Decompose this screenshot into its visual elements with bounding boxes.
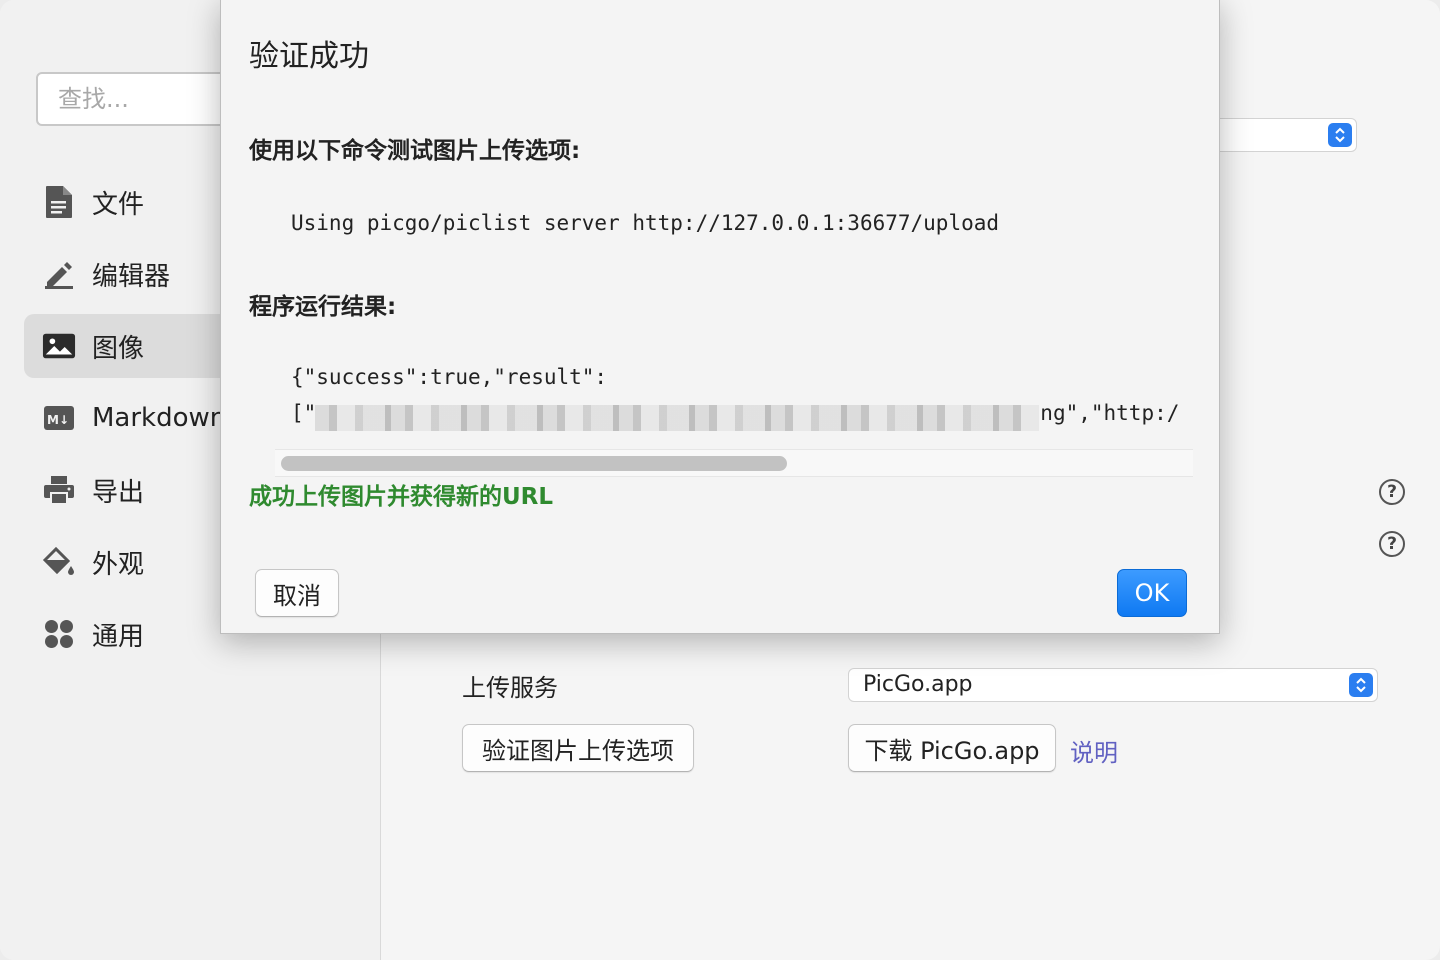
preferences-window: 文件 编辑器 图像 M↓ Markdown 导出 [0,0,1440,960]
printer-icon [42,473,76,507]
upload-service-label: 上传服务 [462,674,558,702]
sidebar-item-label: Markdown [92,403,227,433]
help-icon[interactable]: ? [1379,479,1405,505]
success-message: 成功上传图片并获得新的URL [249,484,554,510]
help-icon[interactable]: ? [1379,531,1405,557]
markdown-icon: M↓ [42,401,76,435]
sidebar-item-label: 外观 [92,549,145,580]
select-arrows-icon [1349,673,1373,697]
cancel-button[interactable]: 取消 [255,569,339,617]
image-icon [42,329,76,363]
svg-text:M↓: M↓ [47,413,69,427]
select-arrows-icon [1328,123,1352,147]
ok-button[interactable]: OK [1117,569,1187,617]
scrollbar-thumb[interactable] [281,456,787,471]
sidebar-item-label: 文件 [92,189,145,220]
dialog-title: 验证成功 [249,39,369,74]
grid-icon [42,617,76,651]
redacted-url [315,405,1039,431]
result-line: {"success":true,"result": [291,365,608,389]
download-picgo-button[interactable]: 下载 PicGo.app [848,724,1056,772]
pencil-icon [42,257,76,291]
sidebar-item-label: 编辑器 [92,261,171,292]
verify-upload-button[interactable]: 验证图片上传选项 [462,724,694,772]
help-link[interactable]: 说明 [1070,733,1118,768]
sidebar-item-label: 通用 [92,621,145,652]
image-insert-select[interactable] [1201,118,1357,152]
sidebar-item-label: 导出 [92,477,145,508]
sidebar-item-label: 图像 [92,333,145,364]
result-heading: 程序运行结果: [249,294,397,320]
paint-bucket-icon [42,545,76,579]
test-command-heading: 使用以下命令测试图片上传选项: [249,138,581,164]
upload-service-select[interactable]: PicGo.app [848,668,1378,702]
upload-service-value: PicGo.app [863,672,973,697]
document-icon [42,185,76,219]
horizontal-scrollbar[interactable] [275,449,1193,477]
command-text: Using picgo/piclist server http://127.0.… [291,211,1000,235]
verification-dialog: 验证成功 使用以下命令测试图片上传选项: Using picgo/piclist… [220,0,1220,634]
